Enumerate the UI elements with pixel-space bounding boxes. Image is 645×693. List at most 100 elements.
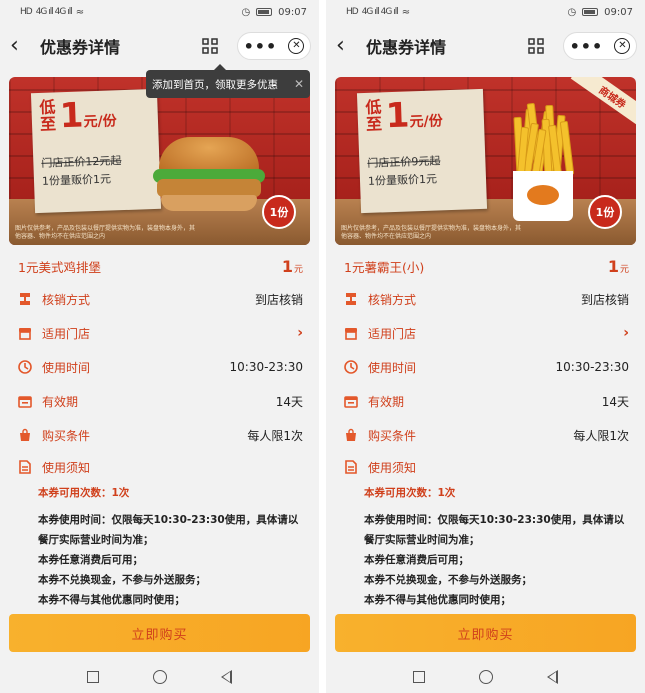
back-button[interactable] — [221, 669, 232, 684]
fries-image — [505, 102, 581, 221]
product-name: 1元薯霸王(小) — [344, 259, 425, 275]
back-arrow-icon[interactable]: ‹ — [10, 35, 32, 57]
detail-row: 有效期 14天 — [326, 384, 645, 418]
banner-price: 1元/份 — [59, 94, 117, 136]
product-name: 1元美式鸡排堡 — [18, 259, 101, 275]
detail-row: 购买条件 每人限1次 — [326, 418, 645, 452]
note-item: 本券使用时间：仅限每天10:30-23:30使用，具体请以餐厅实际营业时间为准； — [364, 514, 625, 546]
ticket-icon — [344, 292, 358, 306]
detail-label: 有效期 — [42, 394, 79, 409]
network-label: HD — [20, 7, 33, 17]
chevron-right-icon[interactable]: › — [623, 325, 629, 341]
detail-label: 适用门店 — [368, 326, 417, 341]
banner-original-price: 门店正价9元起 — [367, 154, 441, 170]
alarm-icon: ◷ — [241, 6, 251, 18]
battery-icon — [582, 8, 599, 16]
close-icon[interactable]: ✕ — [288, 38, 305, 54]
phone-screen-left: HD 4G ıll 4G ıll ≈ ◷ 09:07 ‹ 优惠券详情 ••• ✕ 添加到首页，领取… — [0, 0, 319, 660]
ticket-icon — [18, 292, 32, 306]
alarm-icon: ◷ — [567, 6, 577, 18]
product-header: 1元美式鸡排堡 1元 — [0, 250, 319, 282]
status-time: 09:07 — [604, 6, 633, 18]
promo-banner: 低至 1元/份 门店正价9元起 1份量贩价1元 1份 商城券 图片仅供参考，产品及包装以餐厅… — [335, 77, 636, 245]
doc-icon — [344, 460, 358, 474]
detail-value: 到店核销 — [254, 292, 303, 307]
back-arrow-icon[interactable]: ‹ — [336, 35, 358, 57]
note-item: 本券不兑换现金，不参与外送服务； — [38, 574, 206, 586]
banner-price-unit: 元/份 — [83, 113, 118, 131]
detail-label: 购买条件 — [368, 428, 417, 443]
banner-deal-price: 1份量贩价1元 — [41, 172, 112, 188]
product-price: 1元 — [282, 257, 303, 276]
detail-label: 适用门店 — [42, 326, 91, 341]
screenshot-pair: HD 4G ıll 4G ıll ≈ ◷ 09:07 ‹ 优惠券详情 ••• ✕ 添加到首页，领取… — [0, 0, 645, 693]
more-icon[interactable]: ••• — [244, 37, 278, 56]
detail-value: 每人限1次 — [573, 428, 629, 443]
status-time: 09:07 — [278, 6, 307, 18]
price-card: 低至 1元/份门店正价12元起 1份量贩价1元 — [30, 88, 162, 214]
note-item: 本券不得与其他优惠同时使用； — [364, 594, 511, 606]
status-bar: HD 4G ıll 4G ıll ≈ ◷ 09:07 — [0, 0, 319, 24]
detail-row: 使用时间 10:30-23:30 — [326, 350, 645, 384]
close-icon[interactable]: ✕ — [614, 38, 631, 54]
bag-icon — [18, 428, 32, 442]
nav-bar: ‹ 优惠券详情 ••• ✕ — [0, 24, 319, 68]
banner-low-label: 低至 — [365, 97, 383, 134]
banner-original-price: 门店正价12元起 — [41, 154, 122, 170]
back-button[interactable] — [547, 669, 558, 684]
detail-label: 有效期 — [368, 394, 405, 409]
note-item: 本券使用时间：仅限每天10:30-23:30使用，具体请以餐厅实际营业时间为准； — [38, 514, 299, 546]
note-item: 本券不得与其他优惠同时使用； — [38, 594, 185, 606]
price-unit: 元 — [619, 264, 629, 275]
bag-icon — [344, 428, 358, 442]
recents-button[interactable] — [413, 670, 425, 683]
product-price: 1元 — [608, 257, 629, 276]
clock-icon — [18, 360, 32, 374]
home-button[interactable] — [153, 669, 167, 684]
mini-program-capsule: ••• ✕ — [237, 32, 311, 60]
system-nav-bar — [0, 660, 319, 693]
detail-value: 10:30-23:30 — [555, 360, 630, 374]
banner-low-label: 低至 — [39, 97, 57, 134]
promo-banner: 低至 1元/份 门店正价12元起 1份量贩价1元 1份 图片仅供参考，产品及包装以餐厅提供… — [9, 77, 310, 245]
detail-label: 购买条件 — [42, 428, 91, 443]
signal-strength: 4G ıll 4G ıll — [361, 7, 399, 17]
usage-notes: 本券使用时间：仅限每天10:30-23:30使用，具体请以餐厅实际营业时间为准；… — [0, 504, 319, 610]
banner-deal-price: 1份量贩价1元 — [367, 172, 438, 188]
wifi-icon: ≈ — [401, 6, 411, 18]
status-bar: HD 4G ıll 4G ıll ≈ ◷ 09:07 — [326, 0, 645, 24]
add-to-home-tooltip: 添加到首页，领取更多优惠 ✕ — [146, 64, 310, 98]
detail-row[interactable]: 适用门店 › — [326, 316, 645, 350]
home-button[interactable] — [479, 669, 493, 684]
recents-button[interactable] — [87, 670, 99, 683]
wifi-icon: ≈ — [75, 6, 85, 18]
clock-icon — [344, 360, 358, 374]
scan-icon[interactable] — [197, 33, 223, 59]
page-title: 优惠券详情 — [40, 38, 121, 57]
notes-label: 使用须知 — [42, 460, 91, 475]
doc-icon — [18, 460, 32, 474]
price-unit: 元 — [293, 264, 303, 275]
chevron-right-icon[interactable]: › — [297, 325, 303, 341]
banner-price-number: 1 — [59, 95, 85, 137]
buy-now-button[interactable]: 立即购买 — [335, 614, 636, 652]
signal-strength: 4G ıll 4G ıll — [35, 7, 73, 17]
banner-price: 1元/份 — [385, 94, 443, 136]
price-card: 低至 1元/份门店正价9元起 1份量贩价1元 — [356, 88, 488, 214]
page-title: 优惠券详情 — [366, 38, 447, 57]
network-label: HD — [346, 7, 359, 17]
buy-now-button[interactable]: 立即购买 — [9, 614, 310, 652]
coupon-details: 1元美式鸡排堡 1元 核销方式 到店核销 适用门店 › 使用时间 10:30-23:30 有效期… — [0, 250, 319, 610]
banner-price-unit: 元/份 — [409, 113, 444, 131]
scan-icon[interactable] — [523, 33, 549, 59]
detail-row[interactable]: 适用门店 › — [0, 316, 319, 350]
more-icon[interactable]: ••• — [570, 37, 604, 56]
detail-value: 10:30-23:30 — [229, 360, 304, 374]
notes-header: 使用须知 — [326, 452, 645, 482]
detail-value: 14天 — [275, 394, 303, 409]
use-count: 本券可用次数：1次 — [364, 487, 456, 499]
tooltip-close-icon[interactable]: ✕ — [294, 77, 304, 91]
detail-label: 核销方式 — [368, 292, 417, 307]
quantity-sticker: 1份 — [588, 195, 622, 229]
calendar-icon — [344, 394, 358, 408]
